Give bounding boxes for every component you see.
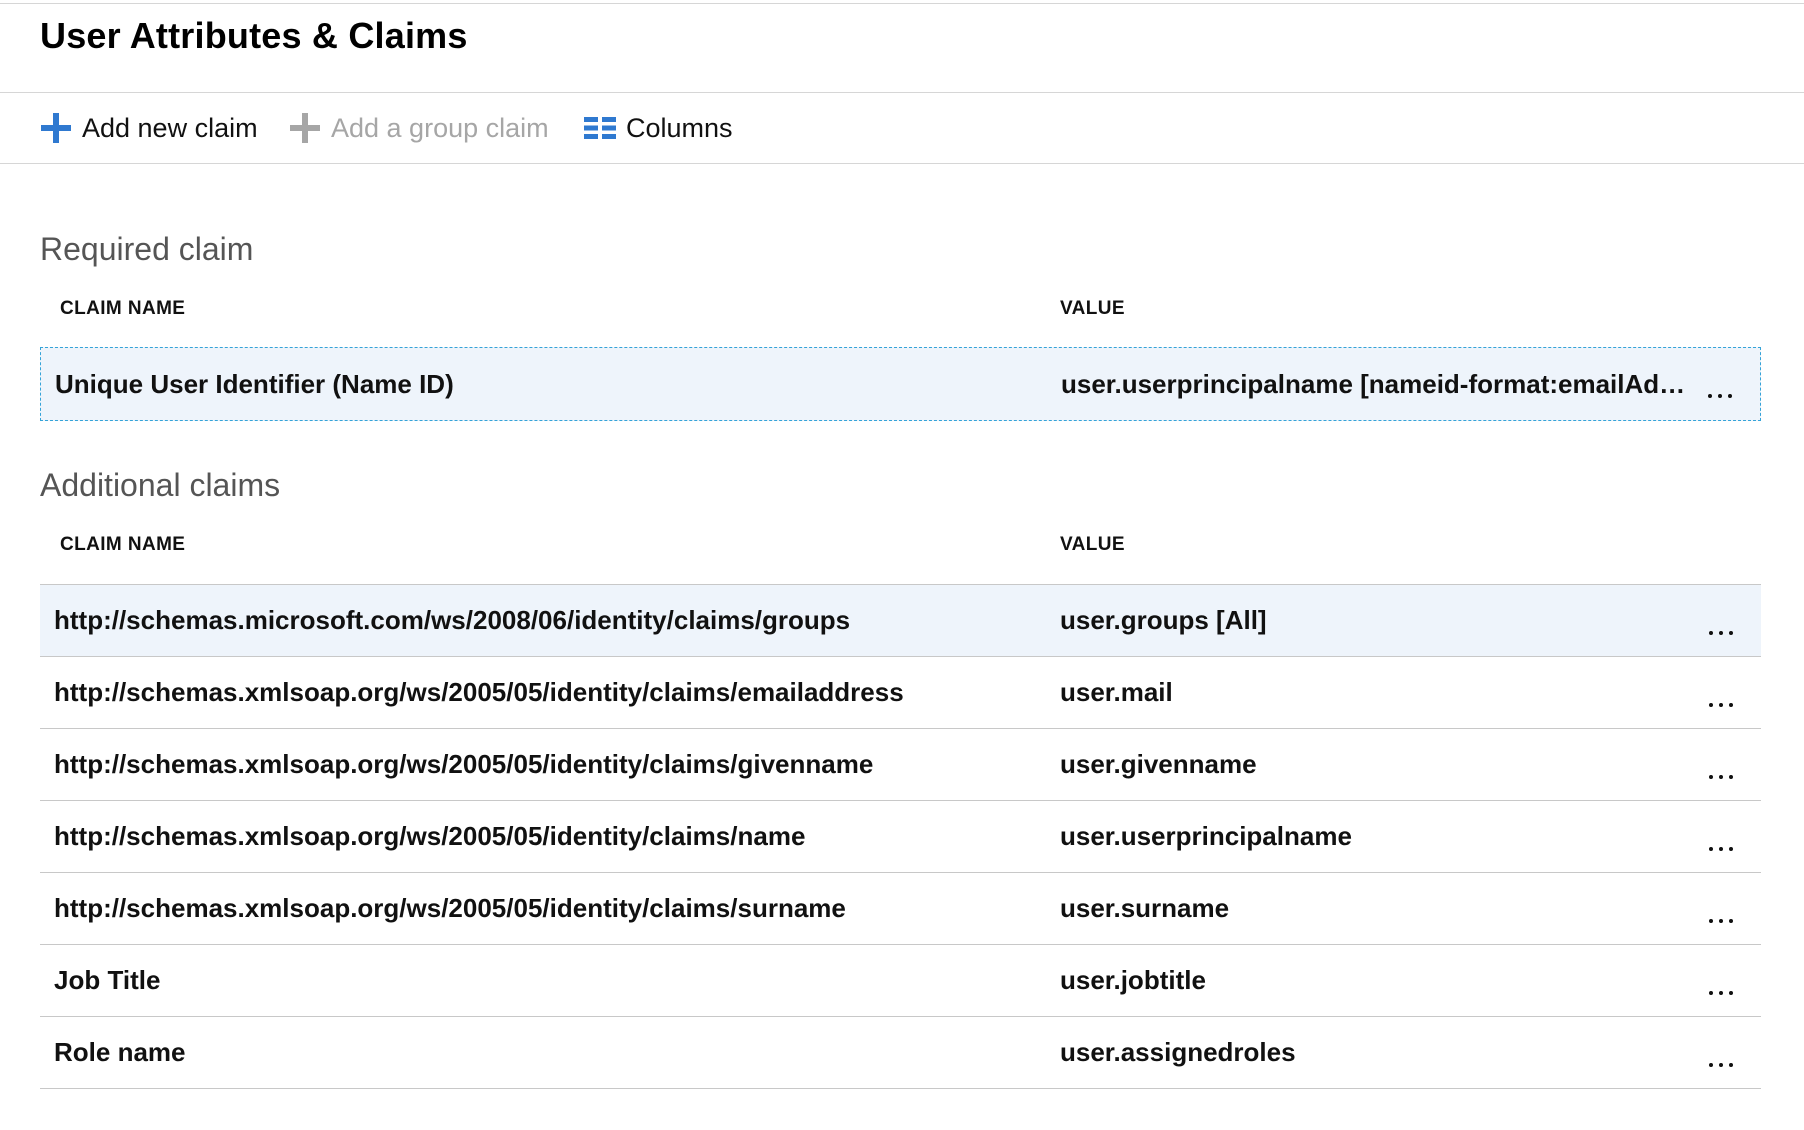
claim-value-text: user.surname: [1060, 893, 1230, 923]
claim-value-cell: user.surname: [1060, 873, 1740, 944]
additional-col-value: VALUE: [1060, 534, 1125, 555]
table-row[interactable]: http://schemas.xmlsoap.org/ws/2005/05/id…: [40, 801, 1761, 873]
claim-value-text: user.assignedroles: [1060, 1037, 1296, 1067]
plus-icon: [289, 112, 321, 144]
table-row[interactable]: Job Title user.jobtitle: [40, 945, 1761, 1017]
claim-name-cell: Role name: [54, 1037, 186, 1067]
table-row[interactable]: http://schemas.xmlsoap.org/ws/2005/05/id…: [40, 657, 1761, 729]
claim-value-cell: user.mail: [1060, 657, 1740, 728]
more-ellipsis-icon[interactable]: [1703, 965, 1739, 999]
additional-col-claim-name: CLAIM NAME: [60, 534, 186, 555]
required-claim-heading: Required claim: [40, 231, 254, 267]
claim-value-cell: user.userprincipalname [nameid-format:em…: [1061, 348, 1691, 420]
claim-name-cell: Job Title: [54, 965, 161, 995]
more-ellipsis-icon[interactable]: [1703, 749, 1739, 783]
add-group-claim-label: Add a group claim: [331, 112, 549, 143]
table-row[interactable]: Role name user.assignedroles: [40, 1017, 1761, 1089]
table-row[interactable]: http://schemas.xmlsoap.org/ws/2005/05/id…: [40, 873, 1761, 945]
add-new-claim-button[interactable]: Add new claim: [40, 93, 258, 163]
more-ellipsis-icon[interactable]: [1703, 821, 1739, 855]
additional-claims-heading: Additional claims: [40, 467, 281, 503]
claim-value-text: user.mail: [1060, 677, 1173, 707]
claim-value-text: user.jobtitle: [1060, 965, 1206, 995]
columns-button[interactable]: Columns: [584, 93, 733, 163]
more-ellipsis-icon[interactable]: [1702, 368, 1738, 402]
table-row[interactable]: http://schemas.microsoft.com/ws/2008/06/…: [40, 585, 1761, 657]
claim-value-cell: user.jobtitle: [1060, 945, 1740, 1016]
claim-value-cell: user.groups [All]: [1060, 585, 1740, 656]
claim-value-text: user.givenname: [1060, 749, 1257, 779]
required-col-value: VALUE: [1060, 298, 1125, 319]
claim-name-cell: http://schemas.xmlsoap.org/ws/2005/05/id…: [54, 821, 806, 851]
add-group-claim-button[interactable]: Add a group claim: [289, 93, 549, 163]
claims-blade: User Attributes & Claims Add new claim A…: [0, 0, 1804, 1130]
claim-name-cell: http://schemas.xmlsoap.org/ws/2005/05/id…: [54, 749, 874, 779]
required-col-claim-name: CLAIM NAME: [60, 298, 186, 319]
claim-value-text: user.userprincipalname: [1060, 821, 1352, 851]
claim-name-cell: http://schemas.microsoft.com/ws/2008/06/…: [54, 605, 851, 635]
claim-value-text: user.groups [All]: [1060, 605, 1267, 635]
more-ellipsis-icon[interactable]: [1703, 1037, 1739, 1071]
claim-value-text: user.userprincipalname [nameid-format:em…: [1061, 368, 1689, 399]
columns-icon: [584, 116, 616, 140]
claim-value-cell: user.givenname: [1060, 729, 1740, 800]
command-bar: Add new claim Add a group claim Columns: [0, 93, 1804, 164]
columns-label: Columns: [626, 112, 733, 143]
additional-claims-grid: http://schemas.microsoft.com/ws/2008/06/…: [40, 584, 1761, 1089]
page-title: User Attributes & Claims: [40, 15, 468, 56]
more-ellipsis-icon[interactable]: [1703, 605, 1739, 639]
add-new-claim-label: Add new claim: [82, 112, 258, 143]
claim-value-cell: user.assignedroles: [1060, 1017, 1740, 1088]
more-ellipsis-icon[interactable]: [1703, 893, 1739, 927]
claim-name-cell: http://schemas.xmlsoap.org/ws/2005/05/id…: [54, 893, 846, 923]
table-row[interactable]: http://schemas.xmlsoap.org/ws/2005/05/id…: [40, 729, 1761, 801]
claim-name-cell: http://schemas.xmlsoap.org/ws/2005/05/id…: [54, 677, 904, 707]
claim-value-cell: user.userprincipalname: [1060, 801, 1740, 872]
required-claim-row[interactable]: Unique User Identifier (Name ID) user.us…: [40, 347, 1761, 421]
plus-icon: [40, 112, 72, 144]
top-divider: [0, 3, 1804, 4]
claim-name-cell: Unique User Identifier (Name ID): [55, 368, 454, 399]
more-ellipsis-icon[interactable]: [1703, 677, 1739, 711]
